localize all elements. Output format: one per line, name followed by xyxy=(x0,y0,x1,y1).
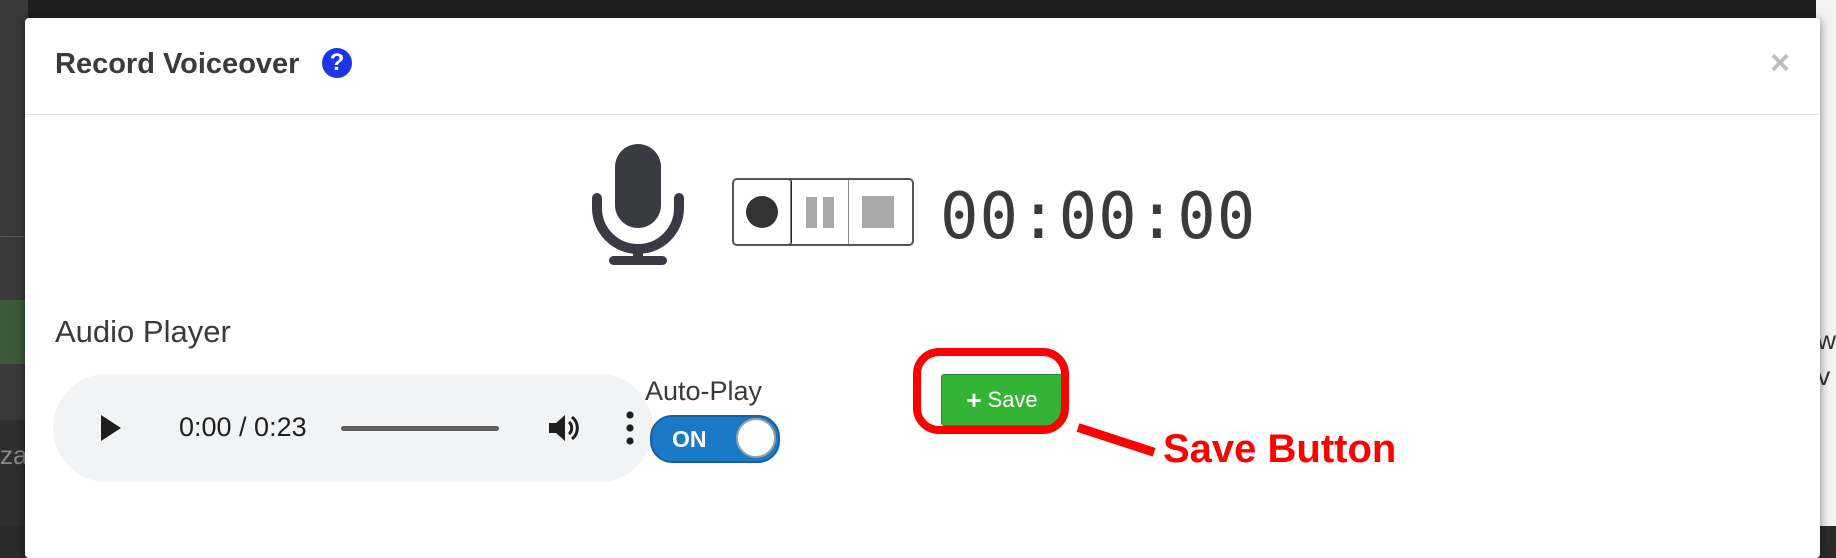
pause-button[interactable] xyxy=(790,180,848,244)
modal-title: Record Voiceover xyxy=(55,48,300,80)
recording-controls xyxy=(732,178,914,246)
recording-timer: 00:00:00 xyxy=(940,180,1257,254)
record-voiceover-modal: Record Voiceover ? × 00:00:00 Audio Play… xyxy=(25,18,1820,558)
stop-icon xyxy=(861,196,894,228)
play-icon[interactable] xyxy=(99,414,123,442)
question-circle-icon[interactable]: ? xyxy=(322,48,352,78)
background-topbar xyxy=(0,0,1836,18)
toggle-state-text: ON xyxy=(672,426,707,452)
audio-player: 0:00 / 0:23 xyxy=(53,374,653,482)
microphone-icon xyxy=(592,144,684,265)
annotation-label: Save Button xyxy=(1163,427,1397,471)
annotation-highlight-box xyxy=(913,348,1069,434)
annotation-pointer-line xyxy=(1076,423,1156,457)
audio-progress-bar[interactable] xyxy=(341,426,499,431)
record-button[interactable] xyxy=(734,180,792,244)
stop-button[interactable] xyxy=(848,180,906,244)
toggle-knob xyxy=(736,418,776,458)
autoplay-label: Auto-Play xyxy=(645,376,763,406)
more-options-icon[interactable] xyxy=(625,411,635,445)
close-icon[interactable]: × xyxy=(1770,46,1790,80)
volume-icon[interactable] xyxy=(547,411,581,445)
audio-player-label: Audio Player xyxy=(55,314,231,349)
record-icon xyxy=(746,196,778,228)
audio-time: 0:00 / 0:23 xyxy=(179,412,307,442)
autoplay-toggle[interactable]: ON xyxy=(650,415,780,463)
modal-header: Record Voiceover ? × xyxy=(25,18,1820,115)
background-right-text: w v xyxy=(1817,325,1836,391)
background-left-text: za xyxy=(0,440,28,470)
